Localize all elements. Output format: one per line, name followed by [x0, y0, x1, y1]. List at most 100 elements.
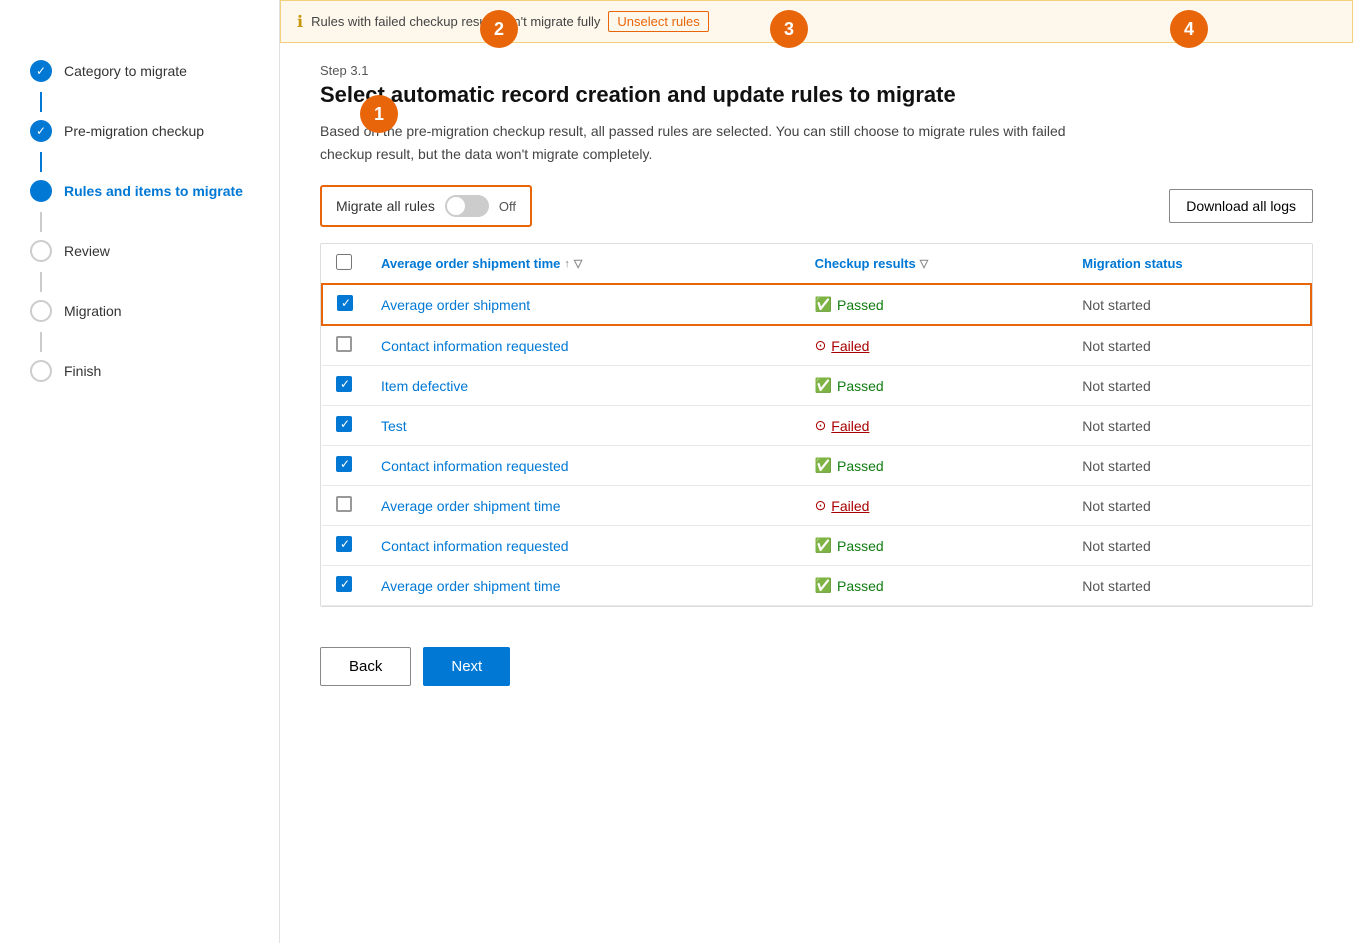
download-all-logs-button[interactable]: Download all logs	[1169, 189, 1313, 223]
failed-icon: ⊙	[815, 337, 827, 354]
table-row: Contact information requested⊙ FailedNot…	[322, 325, 1311, 366]
rule-name-link[interactable]: Average order shipment	[381, 297, 530, 313]
status-failed: ⊙ Failed	[815, 337, 1055, 354]
connector-3	[40, 212, 42, 232]
row-checkbox-checked[interactable]	[336, 576, 352, 592]
connector-2	[40, 152, 42, 172]
sidebar-item-finish[interactable]: Finish	[30, 360, 259, 382]
row-checkbox-cell[interactable]	[322, 526, 367, 566]
row-name-cell: Test	[367, 406, 801, 446]
sidebar-item-migration[interactable]: Migration	[30, 300, 259, 322]
row-checkbox-cell[interactable]	[322, 366, 367, 406]
sidebar-item-category[interactable]: ✓ Category to migrate	[30, 60, 259, 82]
row-checkbox-checked[interactable]	[337, 295, 353, 311]
toggle-switch[interactable]	[445, 195, 489, 217]
rule-name-link[interactable]: Average order shipment time	[381, 498, 561, 514]
annotation-1: 1	[360, 95, 398, 133]
failed-link[interactable]: Failed	[831, 498, 869, 514]
status-failed: ⊙ Failed	[815, 417, 1055, 434]
row-checkbox-checked[interactable]	[336, 376, 352, 392]
table-header-row: Average order shipment time ↑ ▽ Checkup …	[322, 244, 1311, 284]
connector-5	[40, 332, 42, 352]
row-checkbox-checked[interactable]	[336, 536, 352, 552]
status-failed: ⊙ Failed	[815, 497, 1055, 514]
select-all-checkbox[interactable]	[336, 254, 352, 270]
row-checkbox-checked[interactable]	[336, 456, 352, 472]
row-checkup-cell: ✅ Passed	[801, 366, 1069, 406]
th-checkup: Checkup results ▽	[801, 244, 1069, 284]
passed-icon: ✅	[815, 377, 832, 394]
row-migration-cell: Not started	[1068, 486, 1311, 526]
failed-link[interactable]: Failed	[831, 418, 869, 434]
row-checkbox-unchecked[interactable]	[336, 336, 352, 352]
rule-name-link[interactable]: Contact information requested	[381, 538, 569, 554]
sidebar-label-category: Category to migrate	[64, 63, 187, 79]
rules-table: Average order shipment time ↑ ▽ Checkup …	[321, 244, 1312, 606]
row-checkbox-cell[interactable]	[322, 566, 367, 606]
back-button[interactable]: Back	[320, 647, 411, 686]
row-checkbox-cell[interactable]	[322, 284, 367, 325]
rules-table-wrapper: Average order shipment time ↑ ▽ Checkup …	[320, 243, 1313, 607]
step-sub-label: Step 3.1	[320, 63, 1313, 78]
warning-icon: ℹ	[297, 12, 303, 32]
row-checkbox-checked[interactable]	[336, 416, 352, 432]
rule-name-link[interactable]: Item defective	[381, 378, 468, 394]
sidebar-label-rules: Rules and items to migrate	[64, 183, 243, 199]
row-checkbox-cell[interactable]	[322, 406, 367, 446]
row-migration-cell: Not started	[1068, 406, 1311, 446]
rule-name-link[interactable]: Contact information requested	[381, 338, 569, 354]
sidebar: ✓ Category to migrate ✓ Pre-migration ch…	[0, 0, 280, 943]
rule-name-link[interactable]: Contact information requested	[381, 458, 569, 474]
th-select-all[interactable]	[322, 244, 367, 284]
row-checkup-cell: ⊙ Failed	[801, 325, 1069, 366]
footer: Back Next	[280, 627, 1353, 706]
row-checkup-cell: ⊙ Failed	[801, 406, 1069, 446]
sidebar-item-rules[interactable]: Rules and items to migrate	[30, 180, 259, 202]
step-description: Based on the pre-migration checkup resul…	[320, 120, 1100, 165]
filter-name-icon[interactable]: ▽	[574, 257, 582, 270]
row-checkbox-cell[interactable]	[322, 486, 367, 526]
failed-link[interactable]: Failed	[831, 338, 869, 354]
row-checkup-cell: ✅ Passed	[801, 526, 1069, 566]
annotation-2: 2	[480, 10, 518, 48]
status-passed: ✅ Passed	[815, 296, 1055, 313]
row-name-cell: Average order shipment time	[367, 566, 801, 606]
filter-checkup-icon[interactable]: ▽	[920, 257, 928, 270]
failed-icon: ⊙	[815, 497, 827, 514]
rule-name-link[interactable]: Average order shipment time	[381, 578, 561, 594]
row-checkup-cell: ✅ Passed	[801, 446, 1069, 486]
table-row: Item defective✅ PassedNot started	[322, 366, 1311, 406]
passed-icon: ✅	[815, 296, 832, 313]
rule-name-link[interactable]: Test	[381, 418, 407, 434]
row-migration-cell: Not started	[1068, 566, 1311, 606]
row-name-cell: Contact information requested	[367, 526, 801, 566]
unselect-rules-link[interactable]: Unselect rules	[608, 11, 708, 32]
content-area: Step 3.1 Select automatic record creatio…	[280, 43, 1353, 627]
connector-1	[40, 92, 42, 112]
th-migration: Migration status	[1068, 244, 1311, 284]
row-checkbox-unchecked[interactable]	[336, 496, 352, 512]
next-button[interactable]: Next	[423, 647, 510, 686]
row-checkup-cell: ✅ Passed	[801, 284, 1069, 325]
step-icon-premigration: ✓	[30, 120, 52, 142]
status-passed: ✅ Passed	[815, 457, 1055, 474]
row-name-cell: Average order shipment time	[367, 486, 801, 526]
sidebar-item-premigration[interactable]: ✓ Pre-migration checkup	[30, 120, 259, 142]
table-row: Average order shipment time ⊙ Failed Not s…	[322, 486, 1311, 526]
th-migration-label: Migration status	[1082, 256, 1182, 271]
step-icon-rules	[30, 180, 52, 202]
row-checkup-cell: ⊙ Failed	[801, 486, 1069, 526]
sort-asc-icon[interactable]: ↑	[564, 258, 570, 270]
row-checkbox-cell[interactable]	[322, 446, 367, 486]
step-icon-category: ✓	[30, 60, 52, 82]
toolbar: Migrate all rules Off Download all logs	[320, 185, 1313, 227]
status-passed: ✅ Passed	[815, 577, 1055, 594]
sidebar-label-premigration: Pre-migration checkup	[64, 123, 204, 139]
status-passed: ✅ Passed	[815, 537, 1055, 554]
row-checkbox-cell[interactable]	[322, 325, 367, 366]
sidebar-item-review[interactable]: Review	[30, 240, 259, 262]
row-checkup-cell: ✅ Passed	[801, 566, 1069, 606]
step-icon-review	[30, 240, 52, 262]
th-checkup-label: Checkup results	[815, 256, 916, 271]
main-content: 1 2 3 4 ℹ Rules with failed checkup resu…	[280, 0, 1353, 943]
